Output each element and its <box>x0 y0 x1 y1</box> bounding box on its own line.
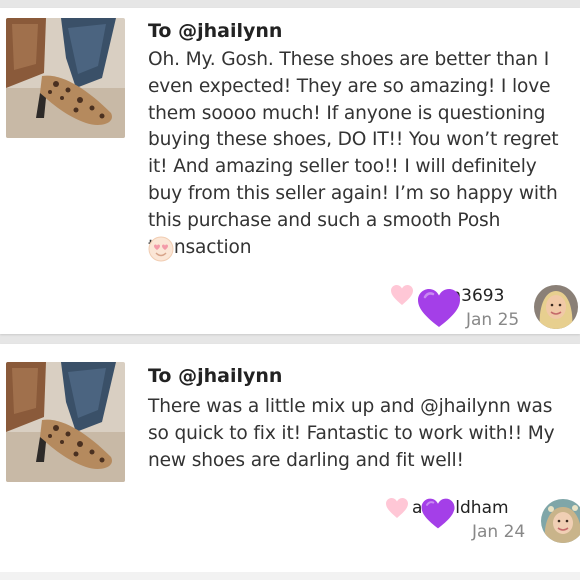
review-card: To @jhailynn There was a little mix up a… <box>0 344 580 572</box>
recipient-label[interactable]: To @jhailynn <box>148 365 282 387</box>
recipient-label[interactable]: To @jhailynn <box>148 20 282 42</box>
purple-heart-icon <box>416 287 462 329</box>
review-message: Oh. My. Gosh. These shoes are better tha… <box>148 49 559 258</box>
reviewer-avatar[interactable] <box>541 499 580 543</box>
heart-eyes-emoji-icon <box>148 236 174 262</box>
review-date: Jan 24 <box>472 522 526 542</box>
like-heart-icon[interactable] <box>390 284 414 306</box>
review-card: To @jhailynn Oh. My. Gosh. These shoes a… <box>0 8 580 334</box>
page-bottom-edge <box>0 572 580 580</box>
purple-heart-icon <box>420 497 466 539</box>
like-heart-icon[interactable] <box>385 497 409 519</box>
review-message: There was a little mix up and @jhailynn … <box>148 396 555 471</box>
review-date: Jan 25 <box>466 310 520 330</box>
product-thumbnail[interactable] <box>6 18 125 138</box>
reviewer-avatar[interactable] <box>534 285 578 329</box>
product-thumbnail[interactable] <box>6 362 125 482</box>
